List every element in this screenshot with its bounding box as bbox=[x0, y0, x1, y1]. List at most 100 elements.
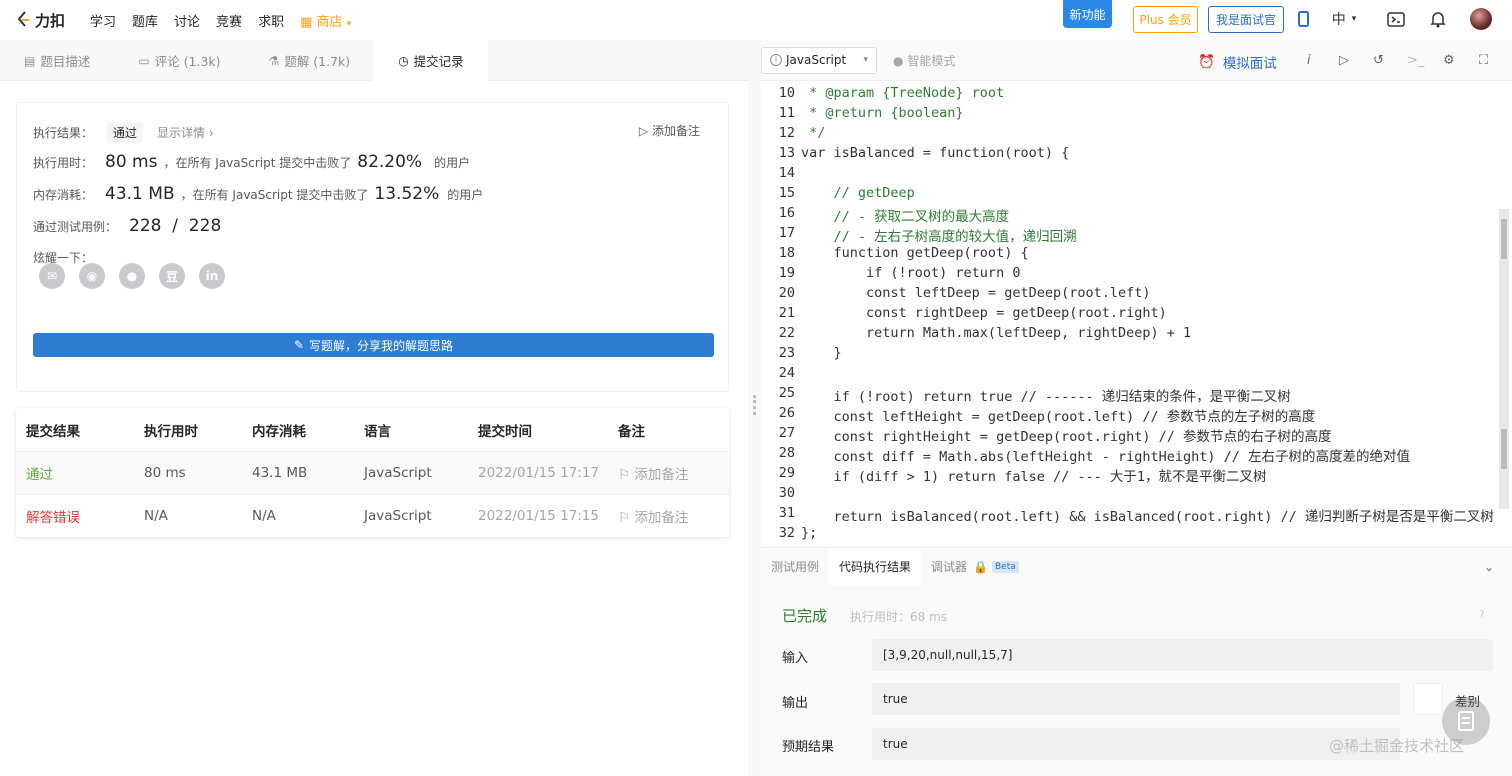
ide-icon[interactable] bbox=[1386, 10, 1406, 28]
tests-label: 通过测试用例： bbox=[33, 220, 118, 234]
runtime-suffix: 的用户 bbox=[434, 156, 471, 170]
tab-label: 题解 (1.7k) bbox=[284, 54, 351, 69]
smart-mode-toggle[interactable]: ● 智能模式 bbox=[893, 52, 955, 69]
plus-member-button[interactable]: Plus 会员 bbox=[1133, 6, 1198, 33]
tab-solutions[interactable]: ⚗ 题解 (1.7k) bbox=[245, 40, 375, 81]
tab-run-result[interactable]: 代码执行结果 bbox=[829, 547, 922, 586]
nav-jobs[interactable]: 求职 bbox=[258, 11, 284, 30]
language-cell: JavaScript bbox=[364, 465, 432, 481]
tab-debugger[interactable]: 调试器 🔒 Beta bbox=[921, 548, 1029, 586]
code-line: 28 const diff = Math.abs(leftHeight - ri… bbox=[761, 445, 1410, 465]
language-select[interactable]: i JavaScript ▾ bbox=[761, 46, 877, 74]
result-status-row: 执行结果： 通过 显示详情 › bbox=[33, 122, 214, 143]
info-icon[interactable]: i bbox=[1307, 53, 1311, 68]
code-text: return isBalanced(root.left) && isBalanc… bbox=[801, 509, 1494, 525]
console-icon[interactable]: >_ bbox=[1407, 53, 1424, 68]
code-text: } bbox=[801, 345, 842, 361]
right-pane: i JavaScript ▾ ● 智能模式 ⏰ 模拟面试 i ▷ ↺ >_ ⚙ ⛶ 1… bbox=[761, 40, 1512, 776]
nav-discuss[interactable]: 讨论 bbox=[174, 11, 200, 30]
douban-icon[interactable]: 豆 bbox=[159, 263, 185, 289]
mock-interview-button[interactable]: ⏰ 模拟面试 bbox=[1198, 52, 1277, 72]
settings-icon[interactable]: ⚙ bbox=[1443, 53, 1455, 68]
code-text: if (diff > 1) return false // --- 大于1，就不… bbox=[801, 469, 1267, 485]
memory-desc: ，在所有 JavaScript 提交中击败了 bbox=[180, 188, 369, 202]
write-solution-button[interactable]: ✎ 写题解，分享我的解题思路 bbox=[33, 333, 714, 357]
flag-icon: ⚐ bbox=[618, 510, 631, 526]
tab-testcase[interactable]: 测试用例 bbox=[761, 548, 829, 586]
code-text: */ bbox=[801, 125, 826, 141]
editor-scrollbar[interactable] bbox=[1499, 209, 1509, 509]
code-text: // - 获取二叉树的最大高度 bbox=[801, 209, 1010, 225]
code-line: 14 bbox=[761, 165, 801, 185]
scrollbar-thumb[interactable] bbox=[1501, 219, 1507, 259]
help-icon[interactable]: ? bbox=[1479, 608, 1485, 621]
runtime-percent: 82.20% bbox=[357, 152, 423, 172]
interviewer-button[interactable]: 我是面试官 bbox=[1208, 6, 1284, 33]
code-text: return Math.max(leftDeep, rightDeep) + 1 bbox=[801, 325, 1192, 341]
console-tabs: 测试用例 代码执行结果 调试器 🔒 Beta ⌄ bbox=[761, 547, 1512, 586]
info-icon: i bbox=[770, 54, 782, 66]
code-line: 22 return Math.max(leftDeep, rightDeep) … bbox=[761, 325, 1191, 345]
input-value: [3,9,20,null,null,15,7] bbox=[872, 639, 1493, 671]
line-number: 10 bbox=[778, 85, 795, 101]
scrollbar-thumb[interactable] bbox=[1501, 429, 1507, 469]
write-solution-label: 写题解，分享我的解题思路 bbox=[309, 338, 454, 353]
store-icon: ▦ bbox=[300, 14, 313, 30]
line-number: 20 bbox=[778, 285, 795, 301]
fullscreen-icon[interactable]: ⛶ bbox=[1479, 53, 1488, 68]
nav-store[interactable]: ▦ 商店 ▾ bbox=[300, 11, 351, 30]
line-number: 17 bbox=[778, 225, 795, 241]
language-switch[interactable]: 中 ▾ bbox=[1326, 10, 1362, 28]
logo[interactable]: 力扣 bbox=[16, 10, 74, 31]
show-detail-link[interactable]: 显示详情 › bbox=[157, 124, 214, 141]
left-pane: ▤ 题目描述 ▭ 评论 (1.3k) ⚗ 题解 (1.7k) ◷ 提交记录 执行结果： … bbox=[0, 40, 748, 776]
tests-value: 228 / 228 bbox=[129, 216, 222, 236]
input-label: 输入 bbox=[782, 651, 809, 666]
add-note-button[interactable]: ⚐ 添加备注 bbox=[618, 506, 718, 526]
pane-resize-handle[interactable] bbox=[748, 40, 761, 776]
mobile-icon[interactable] bbox=[1296, 10, 1310, 28]
nav-learn[interactable]: 学习 bbox=[90, 11, 116, 30]
weibo-icon[interactable]: ◉ bbox=[79, 263, 105, 289]
tab-submissions[interactable]: ◷ 提交记录 bbox=[374, 40, 488, 81]
run-status: 已完成 bbox=[782, 607, 828, 625]
new-feature-badge[interactable]: 新功能 bbox=[1063, 0, 1112, 28]
code-editor[interactable]: 10 * @param {TreeNode} root 11 * @return … bbox=[761, 81, 1512, 547]
wechat-icon[interactable]: ✉ bbox=[39, 263, 65, 289]
document-icon: ▤ bbox=[24, 53, 36, 68]
code-text: * @param {TreeNode} root bbox=[801, 85, 1005, 101]
code-line: 11 * @return {boolean} bbox=[761, 105, 964, 125]
code-text: // - 左右子树高度的较大值，递归回溯 bbox=[801, 229, 1077, 245]
floating-note-button[interactable] bbox=[1442, 697, 1490, 745]
bell-icon[interactable] bbox=[1428, 10, 1448, 28]
qq-icon[interactable]: ● bbox=[119, 263, 145, 289]
runtime-value: 80 ms bbox=[105, 152, 158, 172]
debugger-label: 调试器 bbox=[931, 560, 968, 574]
col-language: 语言 bbox=[364, 423, 391, 440]
result-link[interactable]: 解答错误 bbox=[16, 506, 144, 526]
code-line: 18 function getDeep(root) { bbox=[761, 245, 1029, 265]
linkedin-icon[interactable]: in bbox=[199, 263, 225, 289]
line-number: 12 bbox=[778, 125, 795, 141]
flag-icon[interactable]: ▷ bbox=[1339, 53, 1349, 68]
chevron-down-icon: ▾ bbox=[346, 18, 352, 29]
line-number: 23 bbox=[778, 345, 795, 361]
tab-description[interactable]: ▤ 题目描述 bbox=[0, 40, 114, 81]
nav-problemset[interactable]: 题库 bbox=[132, 11, 158, 30]
line-number: 30 bbox=[778, 485, 795, 501]
reset-icon[interactable]: ↺ bbox=[1373, 53, 1384, 68]
line-number: 32 bbox=[778, 525, 795, 541]
add-note-button[interactable]: ▷ 添加备注 bbox=[639, 122, 700, 139]
code-line: 17 // - 左右子树高度的较大值，递归回溯 bbox=[761, 225, 1077, 245]
chevron-down-icon[interactable]: ⌄ bbox=[1484, 560, 1494, 574]
leetcode-logo-icon bbox=[17, 11, 29, 27]
add-note-button[interactable]: ⚐ 添加备注 bbox=[618, 463, 718, 483]
diff-toggle[interactable] bbox=[1413, 683, 1443, 715]
code-line: 30 bbox=[761, 485, 801, 505]
tab-label: 评论 (1.3k) bbox=[154, 54, 221, 69]
result-link[interactable]: 通过 bbox=[16, 463, 144, 483]
tab-comments[interactable]: ▭ 评论 (1.3k) bbox=[114, 40, 244, 81]
nav-contest[interactable]: 竞赛 bbox=[216, 11, 242, 30]
avatar[interactable] bbox=[1470, 8, 1492, 30]
line-number: 19 bbox=[778, 265, 795, 281]
